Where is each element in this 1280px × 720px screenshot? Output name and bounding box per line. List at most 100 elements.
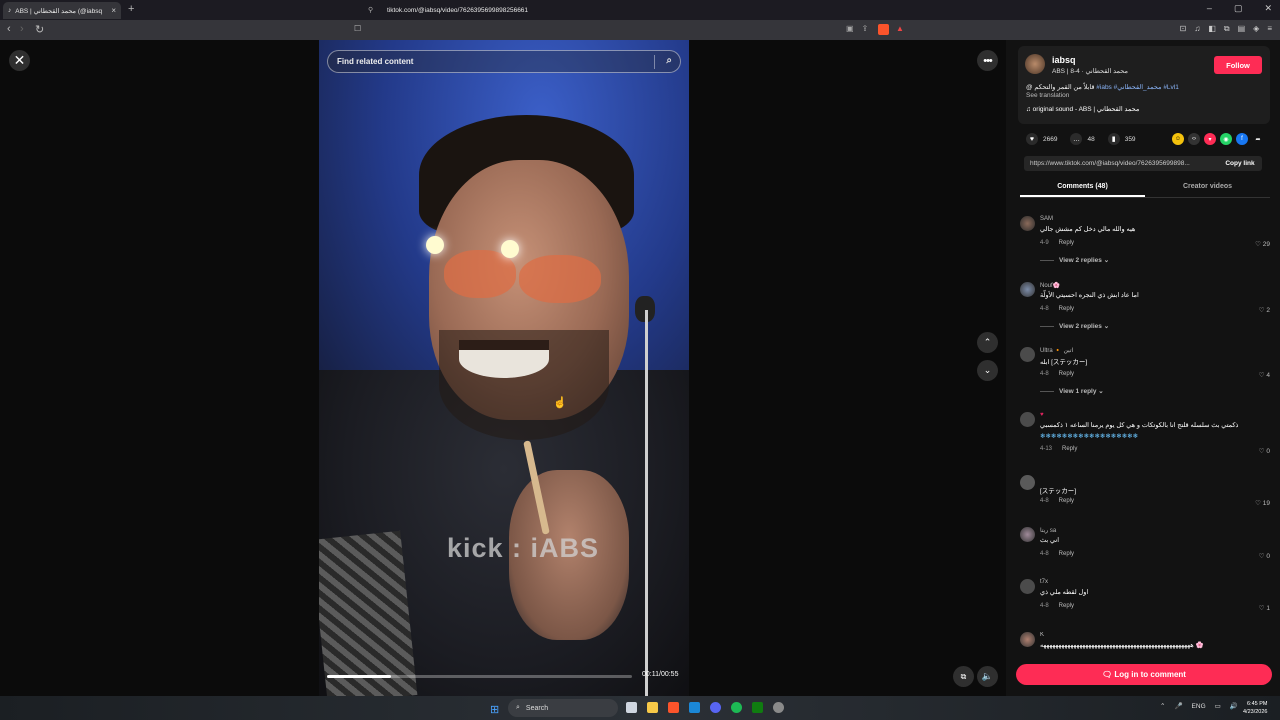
reply-button[interactable]: Reply: [1059, 498, 1074, 504]
windows-start-icon[interactable]: ⊞: [490, 703, 499, 716]
sidebar-icon[interactable]: ◧: [1208, 24, 1216, 34]
share-page-icon[interactable]: ⇪: [862, 24, 869, 33]
view-replies-button[interactable]: View 1 reply ⌄: [1040, 387, 1104, 395]
app-icon[interactable]: [773, 702, 784, 713]
reply-button[interactable]: Reply: [1059, 306, 1074, 312]
minimize-button[interactable]: –: [1207, 3, 1212, 14]
tab-close-icon[interactable]: ×: [111, 6, 116, 15]
new-tab-button[interactable]: +: [128, 3, 134, 15]
task-view-icon[interactable]: [626, 702, 637, 713]
picture-in-picture-button[interactable]: ⧉: [953, 666, 974, 687]
window-close-button[interactable]: ✕: [1264, 3, 1272, 14]
site-info-icon[interactable]: ⚲: [368, 6, 377, 14]
network-icon[interactable]: ▭: [1215, 702, 1221, 710]
browser-tab[interactable]: ♪ ABS | محمد القحطاني (@iabsq ×: [3, 2, 121, 19]
avatar[interactable]: [1020, 579, 1035, 594]
more-options-button[interactable]: •••: [977, 50, 998, 71]
comment-likes[interactable]: ♡ 0: [1259, 447, 1270, 455]
wallet-icon[interactable]: ▤: [1238, 24, 1246, 34]
comment-author[interactable]: SAM: [1040, 216, 1053, 222]
copy-link-button[interactable]: Copy link: [1218, 160, 1262, 167]
taskbar-clock[interactable]: 6:45 PM 4/23/2026: [1243, 700, 1267, 716]
video-player[interactable]: kick : iABS: [319, 40, 689, 696]
tab-creator-videos[interactable]: Creator videos: [1145, 180, 1270, 197]
microphone-icon[interactable]: 🎤: [1174, 702, 1182, 710]
url-field[interactable]: ⚲ tiktok.com/@iabsq/video/76263956998982…: [368, 2, 908, 18]
reply-button[interactable]: Reply: [1062, 446, 1077, 452]
comment-author[interactable]: Ultra 🔸 اتين: [1040, 347, 1073, 354]
screenshot-icon[interactable]: ⊡: [1180, 24, 1187, 34]
repost-icon[interactable]: ☺: [1172, 133, 1184, 145]
comment-button[interactable]: … 48: [1070, 133, 1095, 145]
find-related-search[interactable]: Find related content ⌕: [327, 50, 681, 73]
reply-button[interactable]: Reply: [1059, 371, 1074, 377]
comment-likes[interactable]: ♡ 29: [1255, 240, 1270, 248]
avatar[interactable]: [1020, 282, 1035, 297]
xbox-icon[interactable]: [752, 702, 763, 713]
file-explorer-icon[interactable]: [647, 702, 658, 713]
comment-likes[interactable]: ♡ 19: [1255, 499, 1270, 507]
maximize-button[interactable]: ▢: [1234, 3, 1243, 14]
avatar[interactable]: [1020, 475, 1035, 490]
brave-shields-icon[interactable]: [878, 24, 889, 35]
avatar[interactable]: [1020, 347, 1035, 362]
comment-likes[interactable]: ♡ 1: [1259, 604, 1270, 612]
next-video-button[interactable]: ⌄: [977, 360, 998, 381]
author-avatar[interactable]: [1025, 54, 1045, 74]
menu-icon[interactable]: ≡: [1267, 24, 1272, 34]
comment-likes[interactable]: ♡ 2: [1259, 306, 1270, 314]
reply-button[interactable]: Reply: [1059, 551, 1074, 557]
embed-icon[interactable]: ‹›: [1188, 133, 1200, 145]
comment-author[interactable]: Nouf🌸: [1040, 282, 1060, 289]
discord-icon[interactable]: [710, 702, 721, 713]
volume-button[interactable]: 🔈: [977, 666, 998, 687]
log-in-to-comment-button[interactable]: 🗨 Log in to comment: [1016, 664, 1272, 685]
avatar[interactable]: [1020, 412, 1035, 427]
reader-icon[interactable]: ▣: [846, 24, 854, 33]
facebook-icon[interactable]: f: [1236, 133, 1248, 145]
comment-likes[interactable]: ♡ 0: [1259, 552, 1270, 560]
steam-icon[interactable]: [689, 702, 700, 713]
avatar[interactable]: [1020, 216, 1035, 231]
follow-button[interactable]: Follow: [1214, 56, 1262, 74]
previous-video-button[interactable]: ⌃: [977, 332, 998, 353]
speaker-icon[interactable]: 🔊: [1230, 702, 1238, 710]
vpn-icon[interactable]: ◈: [1253, 24, 1259, 34]
view-replies-button[interactable]: View 2 replies ⌄: [1040, 322, 1109, 330]
reply-button[interactable]: Reply: [1059, 240, 1074, 246]
send-icon[interactable]: ▾: [1204, 133, 1216, 145]
view-replies-button[interactable]: View 2 replies ⌄: [1040, 256, 1109, 264]
reload-button[interactable]: ↻: [35, 23, 44, 36]
comment-author[interactable]: K: [1040, 632, 1044, 638]
comment-author[interactable]: t7x: [1040, 579, 1048, 585]
brave-rewards-icon[interactable]: ▲: [896, 24, 904, 33]
description-tags[interactable]: #iabs #محمد_القحطاني #Lvl1: [1096, 84, 1179, 91]
save-button[interactable]: ▮ 359: [1107, 133, 1136, 145]
tray-overflow-icon[interactable]: ⌃: [1160, 702, 1165, 710]
reply-button[interactable]: Reply: [1059, 603, 1074, 609]
see-translation-link[interactable]: See translation: [1026, 92, 1069, 99]
share-arrow-icon[interactable]: ➦: [1252, 133, 1264, 145]
media-icon[interactable]: ♫: [1194, 24, 1200, 34]
back-button[interactable]: ‹: [7, 23, 11, 35]
comment-likes[interactable]: ♡ 4: [1259, 371, 1270, 379]
search-icon[interactable]: ⌕: [666, 55, 672, 66]
author-username[interactable]: iabsq: [1052, 55, 1076, 65]
original-sound-link[interactable]: ♫ original sound - ABS | محمد القحطاني: [1026, 105, 1139, 113]
brave-browser-icon[interactable]: [668, 702, 679, 713]
tab-comments[interactable]: Comments (48): [1020, 180, 1145, 197]
whatsapp-icon[interactable]: ◉: [1220, 133, 1232, 145]
avatar[interactable]: [1020, 527, 1035, 542]
extensions-icon[interactable]: ⧉: [1224, 24, 1230, 34]
language-indicator[interactable]: ENG: [1192, 703, 1206, 710]
video-progress-bar[interactable]: [327, 675, 632, 678]
spotify-icon[interactable]: [731, 702, 742, 713]
taskbar-search[interactable]: ⌕ Search: [508, 699, 618, 717]
forward-button[interactable]: ›: [20, 23, 24, 35]
close-video-button[interactable]: ✕: [9, 50, 30, 71]
bookmark-icon[interactable]: ☐: [354, 24, 361, 33]
comment-author[interactable]: ♥: [1040, 412, 1044, 418]
like-button[interactable]: ♥ 2669: [1026, 133, 1057, 145]
comment-author[interactable]: ريتا sa: [1040, 527, 1056, 534]
avatar[interactable]: [1020, 632, 1035, 647]
